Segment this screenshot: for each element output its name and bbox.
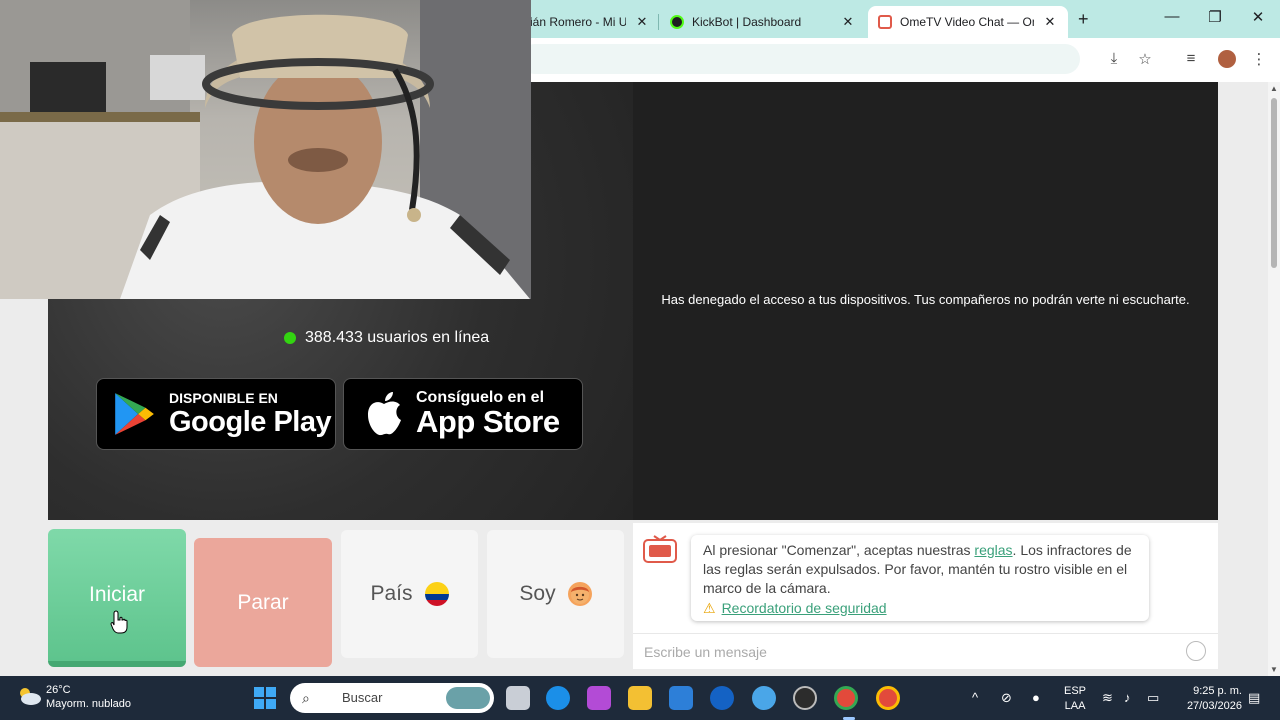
scrollbar-thumb[interactable] [1271,98,1277,268]
tab-kickbot[interactable]: KickBot | Dashboard ✕ [660,6,866,38]
battery-icon[interactable]: ▭ [1147,690,1159,706]
cloudy-weather-icon[interactable] [16,686,42,706]
stop-button-label: Parar [237,590,289,614]
address-bar[interactable] [520,44,1080,74]
app-icon[interactable] [752,686,776,710]
system-clock[interactable]: 9:25 p. m. 27/03/2026 [1178,684,1242,714]
chrome-profile-icon[interactable] [876,686,900,710]
microsoft-store-icon[interactable] [669,686,693,710]
copilot-icon[interactable] [587,686,611,710]
google-play-icon [115,393,154,435]
edge-icon[interactable] [546,686,570,710]
start-button[interactable]: Iniciar [48,529,186,667]
message-input[interactable]: Escribe un mensaje [633,633,1218,669]
notifications-icon[interactable]: ▤ [1248,690,1260,706]
country-button[interactable]: País [341,530,478,658]
tab-ometv[interactable]: OmeTV Video Chat — Ome ✕ [868,6,1068,38]
webcam-preview [0,0,531,299]
stop-button[interactable]: Parar [194,538,332,667]
browser-menu-icon[interactable]: ⋮ [1249,50,1269,68]
ometv-favicon-icon [878,15,892,29]
tab-title: ián Romero - Mi U [530,15,626,29]
online-status-dot-icon [284,332,296,344]
google-play-title: Google Play [169,406,332,438]
show-hidden-icons-icon[interactable]: ^ [972,690,978,705]
warning-icon: ⚠ [703,600,716,616]
install-app-icon[interactable]: ⤓ [1104,50,1124,67]
start-button-label: Iniciar [88,583,146,606]
taskbar-search-placeholder: Buscar [342,690,383,705]
online-users-count: 388.433 usuarios en línea [305,329,490,346]
bookmark-star-icon[interactable]: ☆ [1135,50,1155,68]
language-code: ESP [1064,685,1087,697]
camera-off-icon[interactable]: ⊘ [1001,690,1012,706]
app-store-title: App Store [416,404,560,439]
microphone-icon[interactable]: ● [1032,690,1040,705]
app-store-button[interactable]: Consíguelo en el App Store [343,378,583,450]
task-view-icon[interactable] [506,686,530,710]
gender-button[interactable]: Soy [487,530,624,658]
emoji-picker-icon[interactable] [1186,641,1206,661]
search-highlight-icon [446,687,490,709]
colombia-flag-icon [424,582,449,606]
scroll-up-icon[interactable]: ▲ [1270,84,1278,93]
rules-link[interactable]: reglas [974,542,1012,558]
online-users-indicator: 388.433 usuarios en línea [284,329,489,347]
hp-icon[interactable] [710,686,734,710]
wifi-icon[interactable]: ≋ [1102,690,1113,706]
remote-video-panel: Has denegado el acceso a tus dispositivo… [633,82,1218,520]
google-play-subtitle: DISPONIBLE EN [169,390,278,406]
kickbot-favicon-icon [670,15,684,29]
hand-cursor-icon [110,610,128,634]
start-menu-icon[interactable] [254,687,276,709]
weather-widget[interactable]: 26°C Mayorm. nublado [46,683,131,711]
gender-button-label: Soy [519,582,556,605]
windows-taskbar: 26°C Mayorm. nublado ⌕ Buscar ^ ⊘ ● ESP … [0,676,1280,720]
keyboard-layout: LAA [1064,700,1086,712]
rules-message: Al presionar "Comenzar", aceptas nuestra… [691,535,1149,621]
tab-title: KickBot | Dashboard [692,15,802,29]
scroll-down-icon[interactable]: ▼ [1270,665,1278,674]
safety-reminder-link[interactable]: Recordatorio de seguridad [722,600,887,616]
clock-date: 27/03/2026 [1186,700,1242,712]
minimize-button[interactable]: — [1162,8,1182,25]
tab-separator [658,14,659,30]
obs-icon[interactable] [793,686,817,710]
tab-close-icon[interactable]: ✕ [1042,14,1058,30]
profile-avatar[interactable] [1218,50,1236,68]
close-window-button[interactable]: ✕ [1248,8,1268,26]
chrome-icon[interactable] [834,686,858,720]
webcam-person-image [0,0,531,299]
tab-mi-u[interactable]: ián Romero - Mi U ✕ [520,6,660,38]
weather-description: Mayorm. nublado [46,698,131,710]
tab-close-icon[interactable]: ✕ [634,14,650,30]
ometv-tv-icon [643,535,677,563]
page-scrollbar[interactable]: ▲ ▼ [1268,82,1280,676]
apple-icon [368,392,401,436]
boy-face-icon [567,582,592,606]
file-explorer-icon[interactable] [628,686,652,710]
rules-text-before: Al presionar "Comenzar", aceptas nuestra… [703,542,975,558]
maximize-button[interactable]: ❐ [1205,8,1225,26]
input-language[interactable]: ESP LAA [1064,684,1086,714]
volume-icon[interactable]: ♪ [1124,690,1131,705]
country-button-label: País [370,582,413,605]
chat-panel: Al presionar "Comenzar", aceptas nuestra… [633,523,1218,669]
clock-time: 9:25 p. m. [1193,685,1242,697]
new-tab-button[interactable]: + [1078,9,1089,30]
tab-title: OmeTV Video Chat — Ome [900,15,1034,29]
tab-close-icon[interactable]: ✕ [840,14,856,30]
media-control-icon[interactable]: ≡ [1181,50,1201,67]
search-icon: ⌕ [302,690,310,706]
weather-temperature: 26°C [46,684,71,696]
google-play-button[interactable]: DISPONIBLE EN Google Play [96,378,336,450]
taskbar-search[interactable]: ⌕ Buscar [290,683,494,713]
device-denied-message: Has denegado el acceso a tus dispositivo… [661,292,1190,307]
